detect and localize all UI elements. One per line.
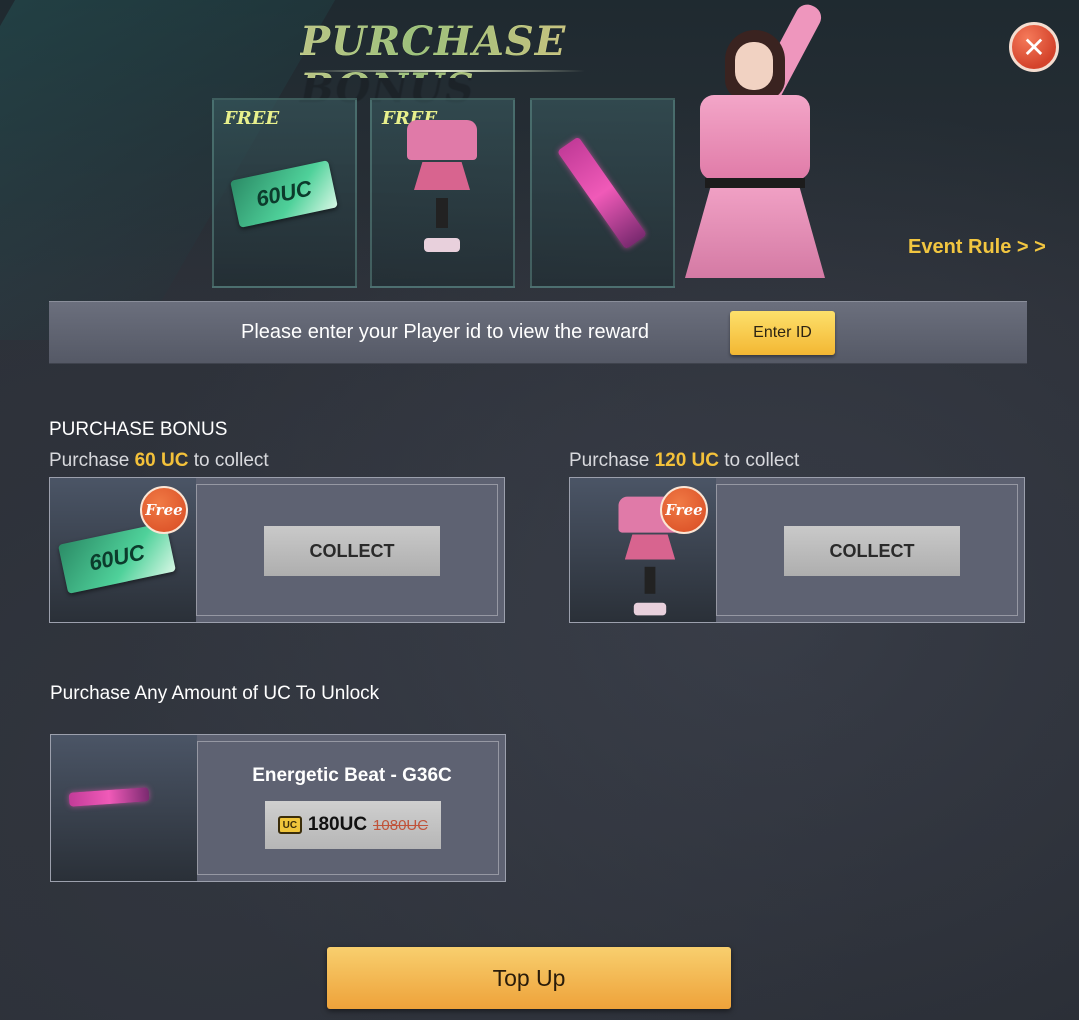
current-price: 180UC [307,814,368,835]
reward-2-condition: Purchase 120 UC to collect [569,450,800,471]
unlock-card: Energetic Beat - G36C UC 180UC 1080UC [50,734,506,882]
close-button[interactable]: ✕ [1009,22,1059,72]
gun-icon [68,787,150,807]
event-banner: PURCHASE BONUS FREE 60UC FREE ✕ Event Ru… [0,0,1079,295]
top-up-button[interactable]: Top Up [327,947,731,1009]
price-button[interactable]: UC 180UC 1080UC [265,801,441,849]
reward-card-1: 60UC Free COLLECT [49,477,505,623]
free-badge: Free [140,486,188,534]
player-id-bar: Please enter your Player id to view the … [49,301,1027,364]
event-title: PURCHASE BONUS [300,18,590,112]
weapon-thumbnail [51,735,197,881]
uc-card-icon: 60UC [230,160,338,228]
showcase-uc: FREE 60UC [212,98,357,288]
event-rule-link[interactable]: Event Rule > > [908,236,1046,259]
title-underline [305,70,585,72]
close-icon: ✕ [1022,31,1046,63]
free-tag: FREE [224,108,280,129]
showcase-weapon [530,98,675,288]
enter-id-button[interactable]: Enter ID [730,311,835,355]
reward-card-2: Free COLLECT [569,477,1025,623]
outfit-icon [407,120,477,252]
character-illustration [680,0,830,290]
reward-1-amount: 60 UC [134,450,189,471]
unlock-heading: Purchase Any Amount of UC To Unlock [50,683,380,704]
collect-button-1[interactable]: COLLECT [264,526,440,576]
collect-button-2[interactable]: COLLECT [784,526,960,576]
free-badge: Free [660,486,708,534]
player-id-prompt: Please enter your Player id to view the … [241,321,649,343]
showcase-outfit: FREE [370,98,515,288]
uc-card-label: 60UC [86,539,148,576]
original-price: 1080UC [373,816,429,834]
uc-card-label: 60UC [253,175,315,212]
gun-icon [556,136,648,250]
purchase-bonus-heading: PURCHASE BONUS [49,419,228,440]
weapon-skin-name: Energetic Beat - G36C [252,765,452,786]
reward-2-amount: 120 UC [654,450,719,471]
uc-currency-icon: UC [277,816,302,834]
reward-1-condition: Purchase 60 UC to collect [49,450,269,471]
